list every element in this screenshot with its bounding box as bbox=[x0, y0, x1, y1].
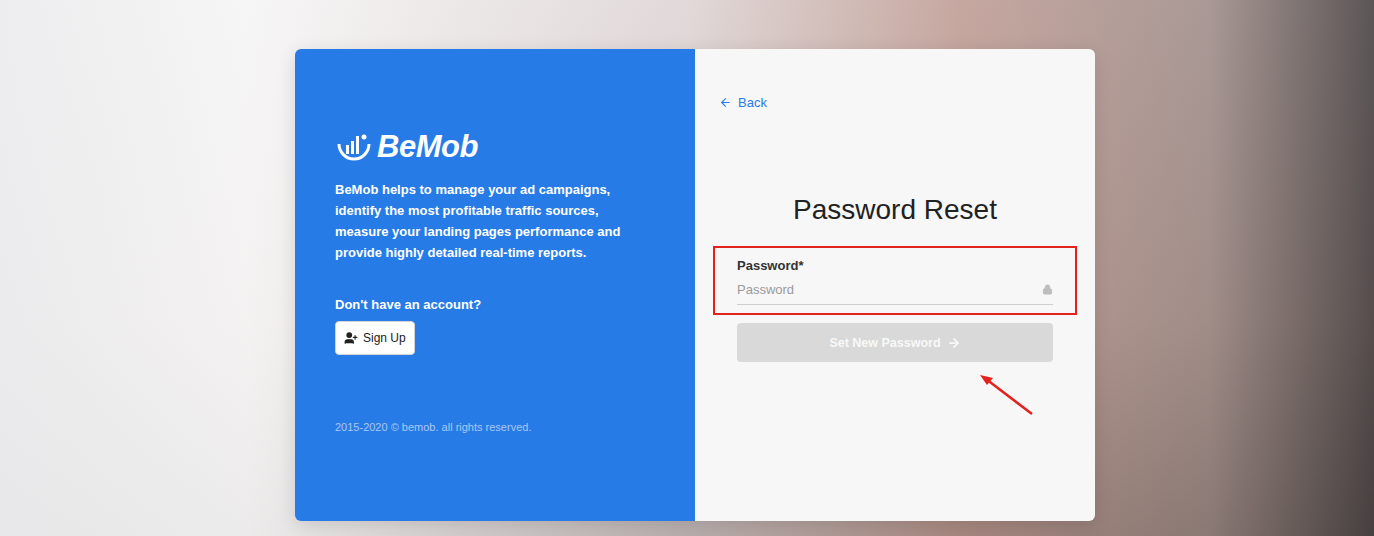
tagline: BeMob helps to manage your ad campaigns,… bbox=[335, 179, 655, 263]
title: Password Reset bbox=[737, 194, 1053, 226]
reset-card: BeMob BeMob helps to manage your ad campa… bbox=[295, 49, 1095, 521]
signup-button[interactable]: Sign Up bbox=[335, 321, 415, 355]
pointer-arrow-icon bbox=[972, 368, 1042, 423]
password-field: Password* bbox=[737, 256, 1053, 305]
set-password-button[interactable]: Set New Password bbox=[737, 323, 1053, 362]
page: BeMob BeMob helps to manage your ad campa… bbox=[0, 0, 1374, 536]
logo: BeMob bbox=[335, 129, 655, 165]
user-plus-icon bbox=[344, 331, 358, 345]
password-label: Password* bbox=[737, 258, 1053, 273]
back-link[interactable]: Back bbox=[719, 95, 767, 110]
submit-wrap: Set New Password bbox=[737, 323, 1053, 362]
brand-panel: BeMob BeMob helps to manage your ad campa… bbox=[295, 49, 695, 521]
form-panel: Back Password Reset Password* Set New Passw… bbox=[695, 49, 1095, 521]
copyright: 2015-2020 © bemob. all rights reserved. bbox=[335, 421, 655, 433]
reset-form: Password* Set New Password bbox=[737, 256, 1053, 362]
password-input-row bbox=[737, 273, 1053, 305]
logo-icon bbox=[335, 132, 373, 162]
lock-icon bbox=[1042, 284, 1053, 295]
arrow-left-icon bbox=[719, 96, 732, 109]
arrow-right-icon bbox=[947, 336, 961, 350]
logo-text: BeMob bbox=[377, 129, 478, 165]
password-input[interactable] bbox=[737, 282, 1042, 297]
signup-prompt: Don't have an account? bbox=[335, 297, 655, 312]
